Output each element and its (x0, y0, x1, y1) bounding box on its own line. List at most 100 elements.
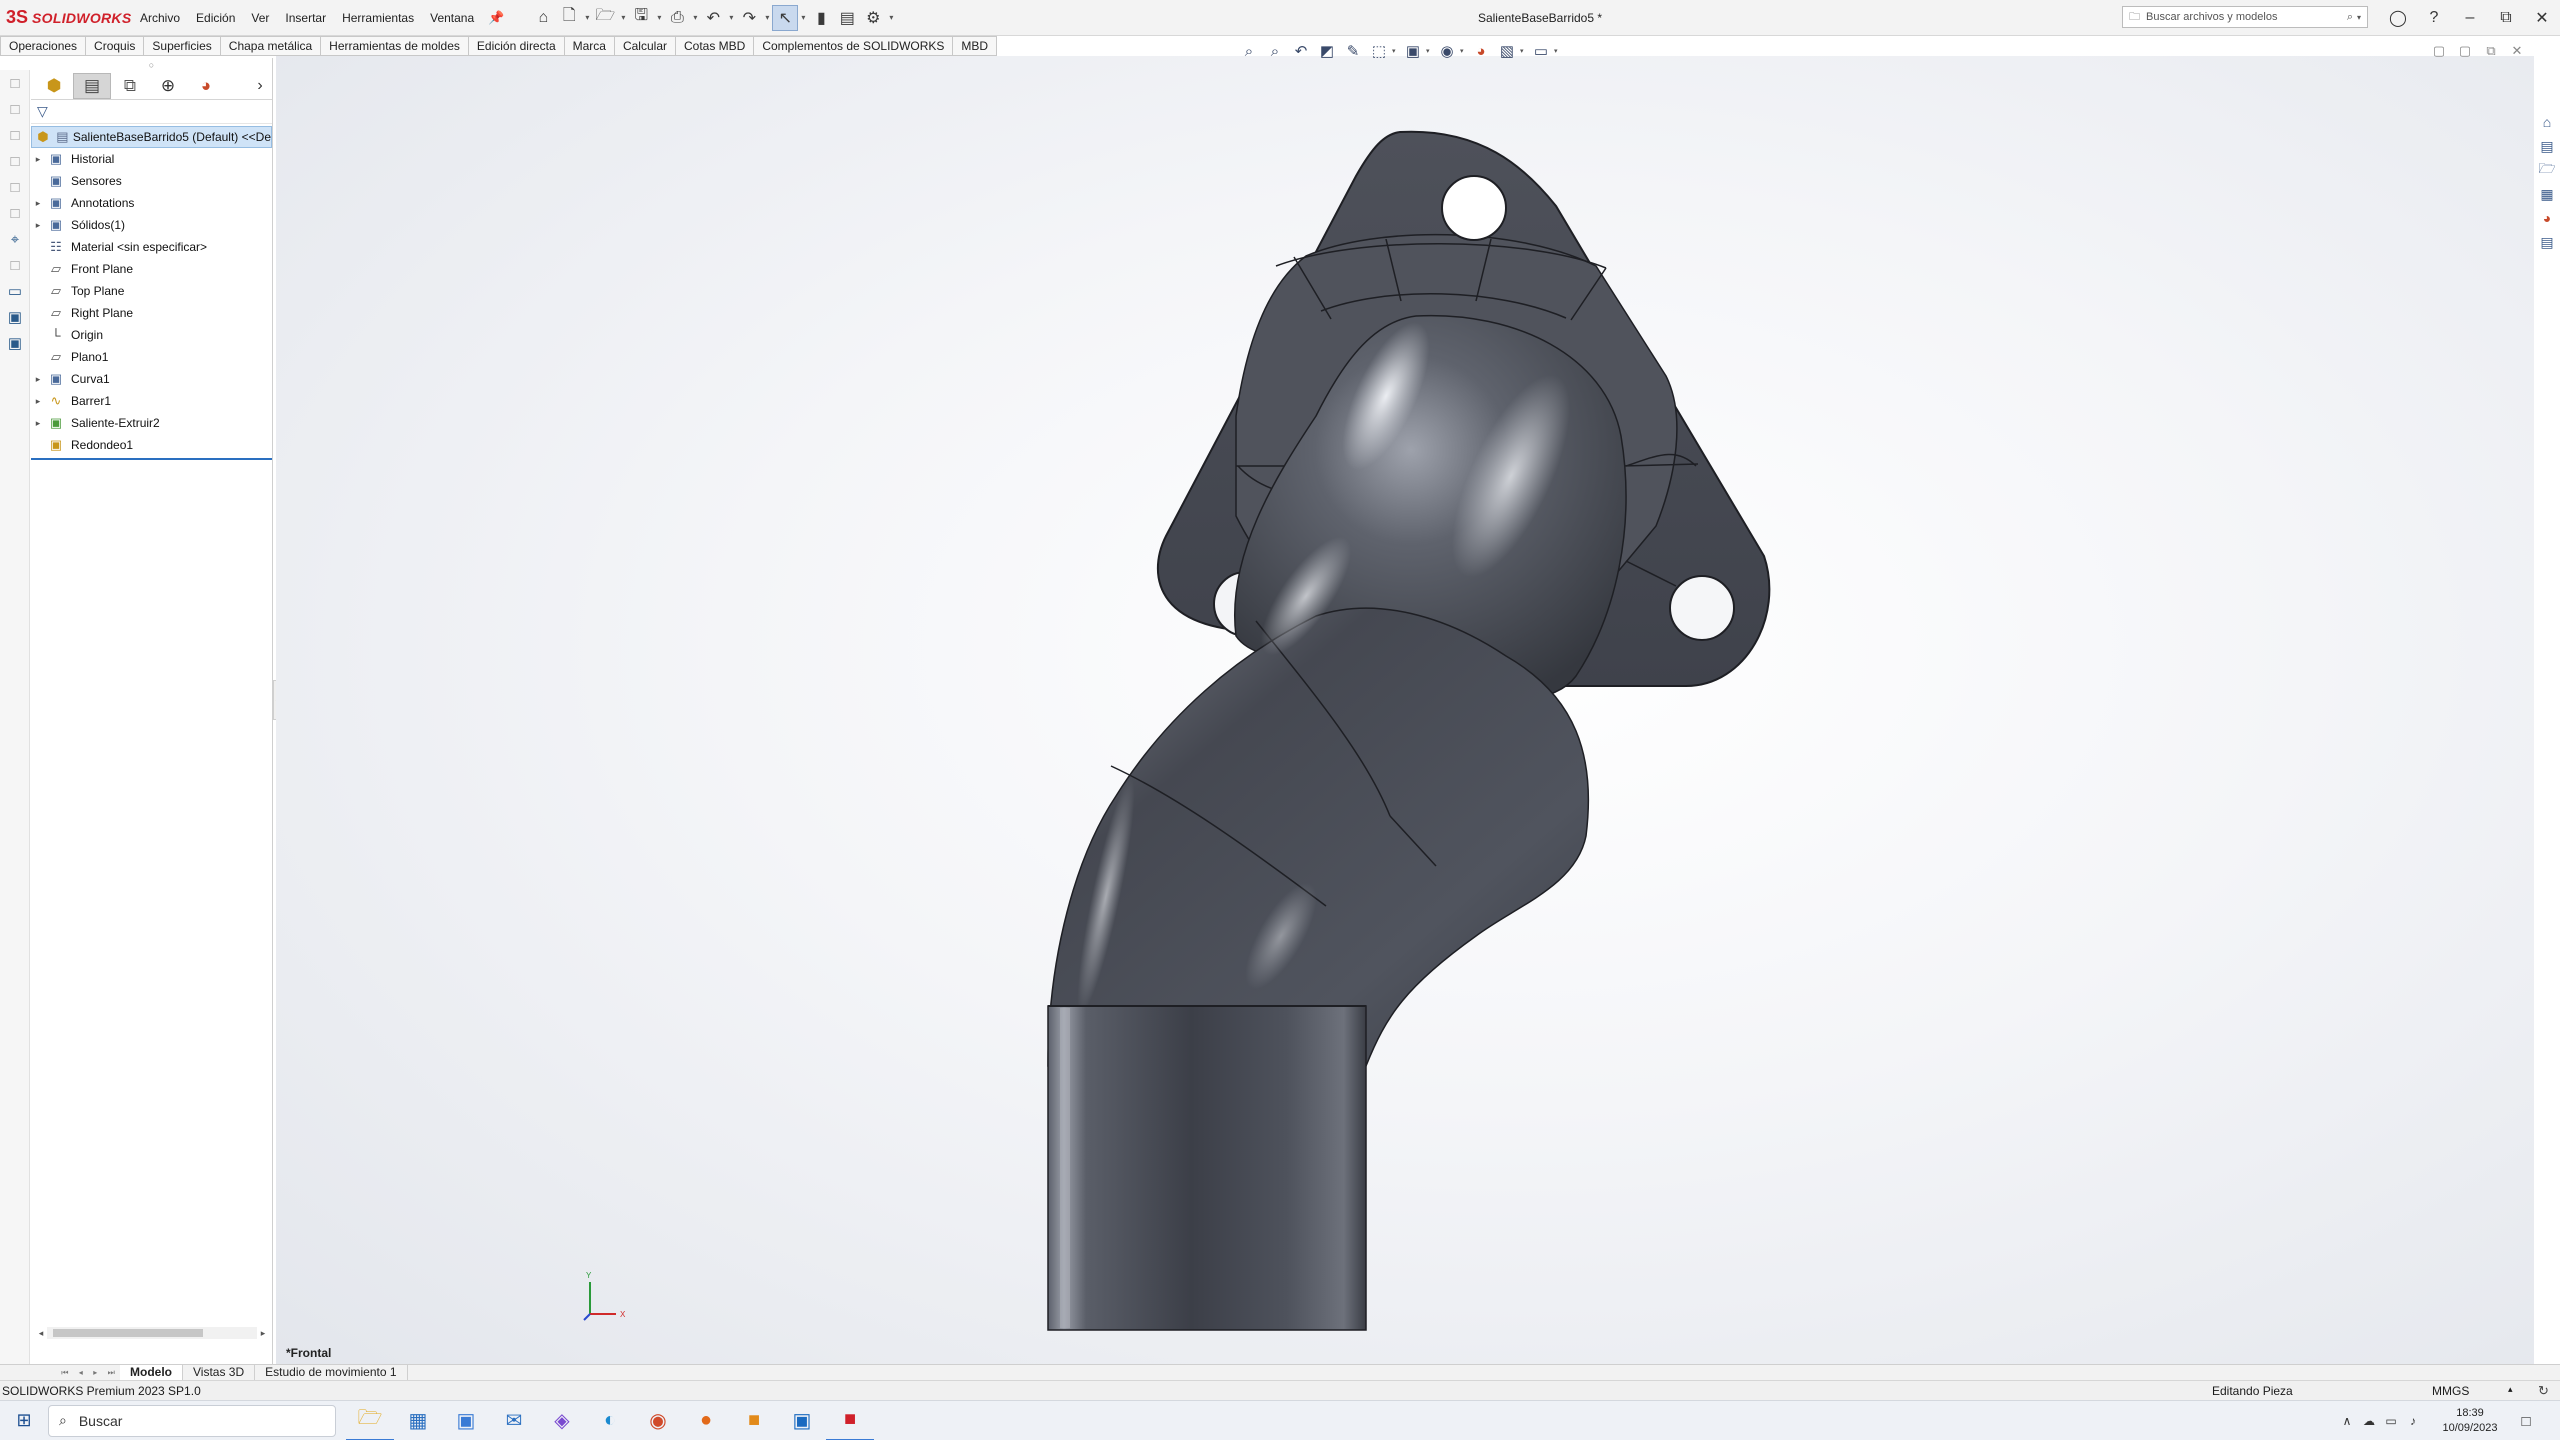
menu-herramientas[interactable]: Herramientas (334, 0, 422, 36)
chrome-browser-icon[interactable]: ◉ (634, 1401, 682, 1440)
tree-item-historial[interactable]: ▸ ▣ Historial (31, 148, 272, 170)
file-properties-icon[interactable]: ▤ (834, 5, 860, 31)
previous-view-icon[interactable]: ↶ (1288, 38, 1314, 64)
tree-item-front-plane[interactable]: ▱ Front Plane (31, 258, 272, 280)
design-library-icon[interactable]: ▤ (2534, 134, 2560, 158)
bolt-hole-right[interactable] (1669, 575, 1735, 641)
new-document-icon[interactable]: 🗋 (556, 5, 582, 31)
viewport-close-icon[interactable]: ✕ (2504, 40, 2530, 62)
tree-item-redondeo1[interactable]: ▣ Redondeo1 (31, 434, 272, 456)
user-account-icon[interactable]: ◯ (2380, 0, 2416, 36)
chevron-down-icon[interactable]: ▾ (654, 13, 664, 22)
last-tab-icon[interactable]: ⏭ (108, 1368, 115, 1378)
graphics-area[interactable]: Y X *Frontal (276, 56, 2534, 1368)
view-palette-icon[interactable]: ▦ (2534, 182, 2560, 206)
rebuild-icon[interactable]: ▮ (808, 5, 834, 31)
tree-item-barrer1[interactable]: ▸ ∿ Barrer1 (31, 390, 272, 412)
appearances-icon[interactable]: ◕ (2534, 206, 2560, 230)
tab-vistas-3d[interactable]: Vistas 3D (183, 1365, 256, 1380)
network-icon[interactable]: ▭ (2380, 1414, 2402, 1428)
tree-item-plano1[interactable]: ▱ Plano1 (31, 346, 272, 368)
search-icon[interactable]: ⌕ (2347, 11, 2353, 24)
firefox-browser-icon[interactable]: ● (682, 1401, 730, 1440)
clock[interactable]: 18:39 10/09/2023 (2434, 1406, 2506, 1436)
menu-edicion[interactable]: Edición (188, 0, 243, 36)
sublime-text-icon[interactable]: ■ (730, 1401, 778, 1440)
tree-root-part[interactable]: ⬢ ▤ SalienteBaseBarrido5 (Default) <<De (31, 126, 272, 148)
tab-croquis[interactable]: Croquis (86, 36, 145, 56)
tab-complementos[interactable]: Complementos de SOLIDWORKS (754, 36, 954, 56)
file-explorer-app-icon[interactable]: 🗁 (346, 1401, 394, 1440)
search-files-input[interactable]: 🗀 Buscar archivos y modelos ⌕ ▾ (2122, 6, 2368, 28)
pin-menu-icon[interactable]: 📌 (482, 10, 510, 26)
volume-icon[interactable]: ♪ (2402, 1414, 2424, 1428)
panel-horizontal-scrollbar[interactable]: ◂ ▸ (35, 1326, 269, 1340)
panel-grip-icon[interactable]: ○ (31, 58, 272, 72)
file-explorer-icon[interactable]: 🗁 (2534, 158, 2560, 182)
apply-scene-icon[interactable]: ▧ (1494, 38, 1520, 64)
rollback-bar[interactable] (31, 458, 272, 460)
expand-arrow-icon[interactable]: ▸ (31, 374, 45, 385)
rebuild-status-icon[interactable]: ↻ (2538, 1383, 2549, 1399)
expand-arrow-icon[interactable]: ▸ (31, 154, 45, 165)
feature-manager-tab-icon[interactable]: ⬢ (35, 73, 73, 99)
appearance-icon[interactable]: ▣ (0, 330, 30, 356)
chevron-down-icon[interactable]: ▾ (726, 13, 736, 22)
edit-appearance-icon[interactable]: ◕ (1468, 38, 1494, 64)
view-orientation-icon[interactable]: ⬚ (1366, 38, 1392, 64)
print-icon[interactable]: ⎙ (664, 5, 690, 31)
menu-archivo[interactable]: Archivo (132, 0, 188, 36)
next-tab-icon[interactable]: ▸ (93, 1368, 97, 1377)
solidworks-logo[interactable]: 3S SOLIDWORKS (0, 0, 132, 36)
toolbar-icon[interactable]: □ (0, 96, 30, 122)
chevron-down-icon[interactable]: ▾ (2357, 13, 2361, 22)
viewport-minimize-icon[interactable]: ▢ (2452, 40, 2478, 62)
tab-cotas-mbd[interactable]: Cotas MBD (675, 36, 755, 56)
tree-item-material[interactable]: ☷ Material <sin especificar> (31, 236, 272, 258)
tree-item-sensores[interactable]: ▣ Sensores (31, 170, 272, 192)
cloud-icon[interactable]: ☁ (2358, 1414, 2380, 1428)
pipe-straight-section[interactable] (1047, 1005, 1367, 1331)
section-view-icon[interactable]: ◩ (1314, 38, 1340, 64)
tab-herramientas-moldes[interactable]: Herramientas de moldes (321, 36, 469, 56)
scroll-left-icon[interactable]: ◂ (35, 1328, 47, 1339)
custom-properties-icon[interactable]: ▤ (2534, 230, 2560, 254)
help-icon[interactable]: ? (2416, 0, 2452, 36)
expand-arrow-icon[interactable]: ▸ (31, 396, 45, 407)
expand-arrow-icon[interactable]: ▸ (31, 418, 45, 429)
outlook-app-icon[interactable]: ▣ (778, 1401, 826, 1440)
toolbar-icon[interactable]: □ (0, 148, 30, 174)
solidworks-resources-icon[interactable]: ⌂ (2534, 110, 2560, 134)
tree-item-curva1[interactable]: ▸ ▣ Curva1 (31, 368, 272, 390)
mail-app-icon[interactable]: ✉ (490, 1401, 538, 1440)
chevron-right-icon[interactable]: › (248, 77, 272, 95)
restore-icon[interactable]: ⧉ (2488, 0, 2524, 36)
unit-system-selector[interactable]: MMGS (2432, 1384, 2469, 1398)
options-gear-icon[interactable]: ⚙ (860, 5, 886, 31)
toolbar-icon[interactable]: □ (0, 70, 30, 96)
chevron-down-icon[interactable]: ▾ (1554, 47, 1562, 55)
tab-operaciones[interactable]: Operaciones (0, 36, 87, 56)
display-style-icon[interactable]: ▣ (1400, 38, 1426, 64)
chevron-down-icon[interactable]: ▾ (1460, 47, 1468, 55)
dimxpert-tab-icon[interactable]: ⊕ (149, 73, 187, 99)
menu-ventana[interactable]: Ventana (422, 0, 482, 36)
chevron-down-icon[interactable]: ▾ (1392, 47, 1400, 55)
chevron-down-icon[interactable]: ▾ (1520, 47, 1528, 55)
solidworks-app-icon[interactable]: ■ (826, 1401, 874, 1440)
tree-item-saliente-extruir2[interactable]: ▸ ▣ Saliente-Extruir2 (31, 412, 272, 434)
scroll-track[interactable] (47, 1327, 257, 1339)
scroll-right-icon[interactable]: ▸ (257, 1328, 269, 1339)
zoom-to-area-icon[interactable]: ⌕ (1262, 38, 1288, 64)
edge-browser-icon[interactable]: ◐ (586, 1401, 634, 1440)
copilot-app-icon[interactable]: ◈ (538, 1401, 586, 1440)
property-manager-tab-icon[interactable]: ▤ (73, 72, 111, 99)
notifications-icon[interactable]: □ (2506, 1413, 2546, 1430)
tree-item-annotations[interactable]: ▸ ▣ Annotations (31, 192, 272, 214)
model-3d-view[interactable] (276, 56, 2534, 1368)
tree-item-solidos[interactable]: ▸ ▣ Sólidos(1) (31, 214, 272, 236)
viewport-restore-icon[interactable]: ⧉ (2478, 40, 2504, 62)
store-app-icon[interactable]: ▦ (394, 1401, 442, 1440)
tab-mbd[interactable]: MBD (953, 36, 998, 56)
tab-chapa-metalica[interactable]: Chapa metálica (220, 36, 322, 56)
